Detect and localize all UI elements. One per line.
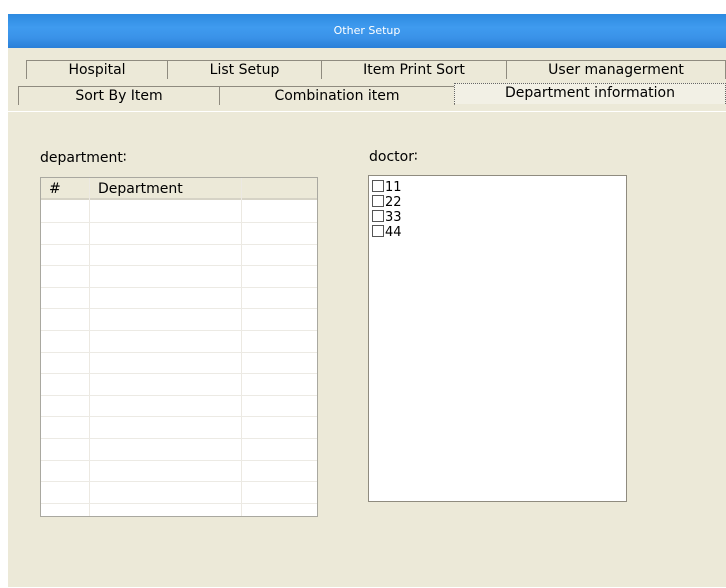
doctor-item[interactable]: 11 xyxy=(372,180,402,195)
table-row[interactable] xyxy=(41,483,317,504)
table-row[interactable] xyxy=(41,245,317,267)
tab-department-information[interactable]: Department information xyxy=(454,83,726,104)
tab-hospital[interactable]: Hospital xyxy=(26,60,168,79)
doctor-label: doctor∶ xyxy=(369,149,418,165)
window-title: Other Setup xyxy=(333,24,401,37)
table-row[interactable] xyxy=(41,202,317,223)
table-row[interactable] xyxy=(41,461,317,483)
checkbox[interactable] xyxy=(372,210,384,222)
tab-list-setup[interactable]: List Setup xyxy=(167,60,322,79)
doctor-item[interactable]: 44 xyxy=(372,225,402,240)
table-row[interactable] xyxy=(41,310,317,331)
doctor-item[interactable]: 22 xyxy=(372,195,402,210)
checkbox[interactable] xyxy=(372,195,384,207)
tab-sort-by-item[interactable]: Sort By Item xyxy=(18,86,220,105)
table-row[interactable] xyxy=(41,440,317,461)
column-header-extra[interactable] xyxy=(242,178,317,200)
table-row[interactable] xyxy=(41,504,317,516)
column-header-number[interactable]: # xyxy=(41,178,90,200)
doctor-item[interactable]: 33 xyxy=(372,210,402,225)
table-row[interactable] xyxy=(41,396,317,418)
table-row[interactable] xyxy=(41,418,317,439)
table-row[interactable] xyxy=(41,375,317,396)
department-grid[interactable]: # Department xyxy=(40,177,318,517)
table-row[interactable] xyxy=(41,353,317,375)
column-header-department[interactable]: Department xyxy=(90,178,242,200)
tab-combination-item[interactable]: Combination item xyxy=(219,86,455,105)
title-bar[interactable]: Other Setup xyxy=(8,14,726,48)
checkbox[interactable] xyxy=(372,180,384,192)
table-row[interactable] xyxy=(41,224,317,245)
doctor-checklist[interactable]: 11 22 33 44 xyxy=(368,175,627,502)
department-label: department∶ xyxy=(40,150,127,166)
table-row[interactable] xyxy=(41,267,317,288)
checkbox[interactable] xyxy=(372,225,384,237)
tab-item-print-sort[interactable]: Item Print Sort xyxy=(321,60,507,79)
table-row[interactable] xyxy=(41,288,317,310)
tab-user-managerment[interactable]: User managerment xyxy=(506,60,726,79)
table-row[interactable] xyxy=(41,332,317,353)
